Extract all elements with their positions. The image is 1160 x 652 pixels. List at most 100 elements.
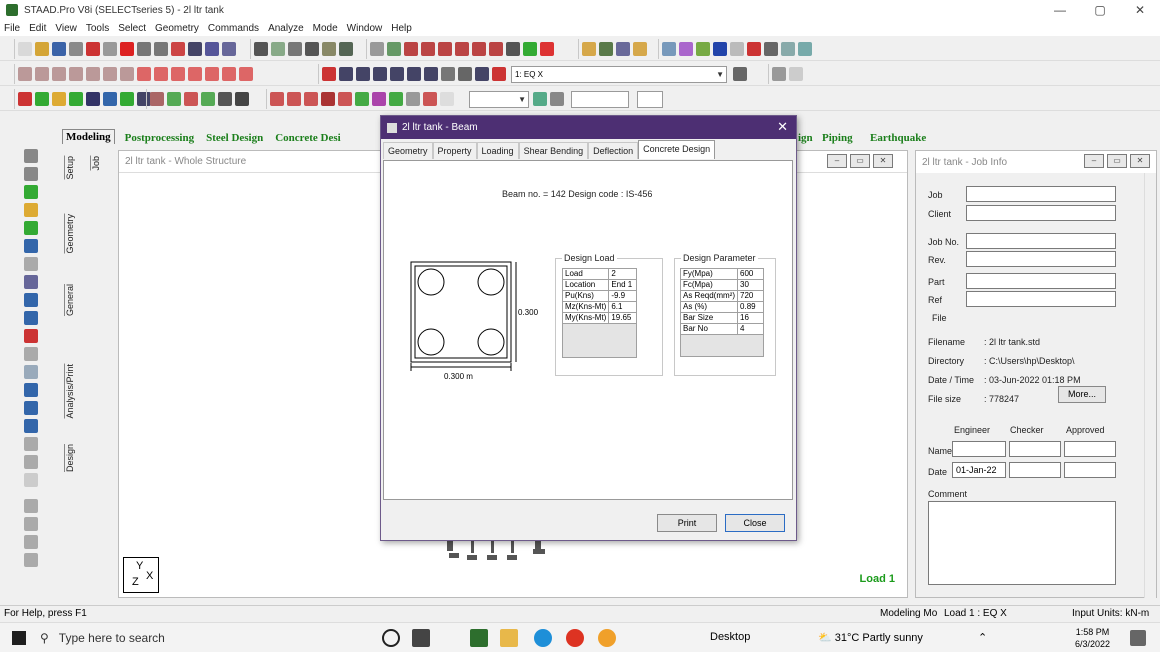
delete-icon[interactable] (120, 42, 134, 56)
geometry-tool-icon[interactable] (24, 239, 38, 253)
select-all-icon[interactable] (120, 92, 134, 106)
zoom-extent-icon[interactable] (390, 67, 404, 81)
close-dialog-button[interactable]: Close (725, 514, 785, 532)
error-icon[interactable] (540, 42, 554, 56)
select-solids-icon[interactable] (69, 92, 83, 106)
view-iso-icon[interactable] (120, 67, 134, 81)
job-field[interactable] (966, 186, 1116, 202)
preview-icon[interactable] (271, 42, 285, 56)
menu-geometry[interactable]: Geometry (155, 23, 199, 34)
cut-section-icon[interactable] (679, 42, 693, 56)
translational-repeat-icon[interactable] (150, 92, 164, 106)
checker-name-field[interactable] (1009, 441, 1061, 457)
structure-restore-button[interactable]: ▭ (850, 154, 870, 168)
menu-tools[interactable]: Tools (86, 23, 109, 34)
rotate-right-icon[interactable] (188, 67, 202, 81)
zoom-dynamic-icon[interactable] (407, 67, 421, 81)
select-geometry-icon[interactable] (103, 92, 117, 106)
pan-icon[interactable] (239, 67, 253, 81)
dimension-icon[interactable] (421, 42, 435, 56)
spin-control[interactable] (637, 90, 663, 108)
tab-deflection[interactable]: Deflection (588, 142, 639, 159)
merge-icon[interactable] (24, 347, 38, 361)
load-icon[interactable] (523, 42, 537, 56)
menu-commands[interactable]: Commands (208, 23, 259, 34)
lock-icon[interactable] (772, 67, 786, 81)
comment-field[interactable] (928, 501, 1116, 585)
view-front-icon[interactable] (18, 67, 32, 81)
frame-tool-icon[interactable] (24, 275, 38, 289)
load-tool-icon[interactable] (24, 311, 38, 325)
select-cursor-icon[interactable] (24, 167, 38, 181)
structure-close-button[interactable]: ✕ (873, 154, 893, 168)
spin-right-icon[interactable] (222, 67, 236, 81)
dialog-close-icon[interactable]: ✕ (777, 119, 788, 135)
close-button[interactable]: ✕ (1120, 0, 1160, 20)
beam-cursor-icon[interactable] (616, 42, 630, 56)
approved-date-field[interactable] (1064, 462, 1116, 478)
export-icon[interactable] (798, 42, 812, 56)
new-file-icon[interactable] (18, 42, 32, 56)
save-icon[interactable] (52, 42, 66, 56)
table-icon[interactable] (764, 42, 778, 56)
opera-icon[interactable] (566, 629, 584, 647)
rotate-left-icon[interactable] (171, 67, 185, 81)
connect-beams-icon[interactable] (235, 92, 249, 106)
beam-label-icon[interactable] (387, 42, 401, 56)
menu-mode[interactable]: Mode (313, 23, 338, 34)
drum-icon[interactable] (24, 455, 38, 469)
engineer-name-field[interactable] (952, 441, 1006, 457)
support-icon[interactable] (696, 42, 710, 56)
menu-window[interactable]: Window (347, 23, 383, 34)
zoom-previous-icon[interactable] (424, 67, 438, 81)
approved-name-field[interactable] (1064, 441, 1116, 457)
offset-icon[interactable] (489, 42, 503, 56)
view-top-icon[interactable] (86, 67, 100, 81)
menu-analyze[interactable]: Analyze (268, 23, 304, 34)
undo-icon[interactable] (137, 42, 151, 56)
menu-help[interactable]: Help (391, 23, 412, 34)
copy-icon[interactable] (103, 42, 117, 56)
info-icon[interactable] (24, 365, 38, 379)
job-info-scrollbar[interactable] (1144, 173, 1156, 598)
tab-foundation-design[interactable]: ign (796, 132, 815, 144)
select-beams-icon[interactable] (35, 92, 49, 106)
plate-cursor-icon[interactable] (633, 42, 647, 56)
displacement-icon[interactable] (270, 92, 284, 106)
tab-design[interactable]: Design (64, 444, 75, 473)
more-button[interactable]: More... (1058, 386, 1106, 403)
load-display-icon[interactable] (423, 92, 437, 106)
view-left-icon[interactable] (52, 67, 66, 81)
tab-property[interactable]: Property (432, 142, 477, 159)
tab-loading[interactable]: Loading (476, 142, 519, 159)
tab-piping[interactable]: Piping (820, 132, 855, 144)
stress-icon[interactable] (338, 92, 352, 106)
member-icon[interactable] (438, 42, 452, 56)
node-cursor-icon[interactable] (599, 42, 613, 56)
menu-select[interactable]: Select (118, 23, 146, 34)
cylinder-icon[interactable] (24, 437, 38, 451)
select-nodes-icon[interactable] (18, 92, 32, 106)
node-cursor-tool-icon[interactable] (24, 499, 38, 513)
snap-icon[interactable] (205, 42, 219, 56)
query-zoom-icon[interactable] (475, 67, 489, 81)
client-field[interactable] (966, 205, 1116, 221)
help-query-icon[interactable] (506, 42, 520, 56)
print-button[interactable]: Print (657, 514, 717, 532)
display-options-icon[interactable] (533, 92, 547, 106)
axial-icon[interactable] (321, 92, 335, 106)
contour-icon[interactable] (372, 92, 386, 106)
value-input[interactable] (571, 90, 629, 108)
rotate-up-icon[interactable] (137, 67, 151, 81)
report-icon[interactable] (288, 42, 302, 56)
tab-earthquake[interactable]: Earthquake (868, 132, 928, 144)
curve-tool-icon[interactable] (24, 257, 38, 271)
solid-cursor-tool-icon[interactable] (24, 553, 38, 567)
spin-left-icon[interactable] (205, 67, 219, 81)
plate-cursor-tool-icon[interactable] (24, 535, 38, 549)
rotate-icon[interactable] (201, 92, 215, 106)
star-icon[interactable] (730, 42, 744, 56)
zoom-window-icon[interactable] (339, 67, 353, 81)
desktop-toolbar[interactable]: Desktop (710, 631, 750, 643)
cursor-icon[interactable] (24, 149, 38, 163)
